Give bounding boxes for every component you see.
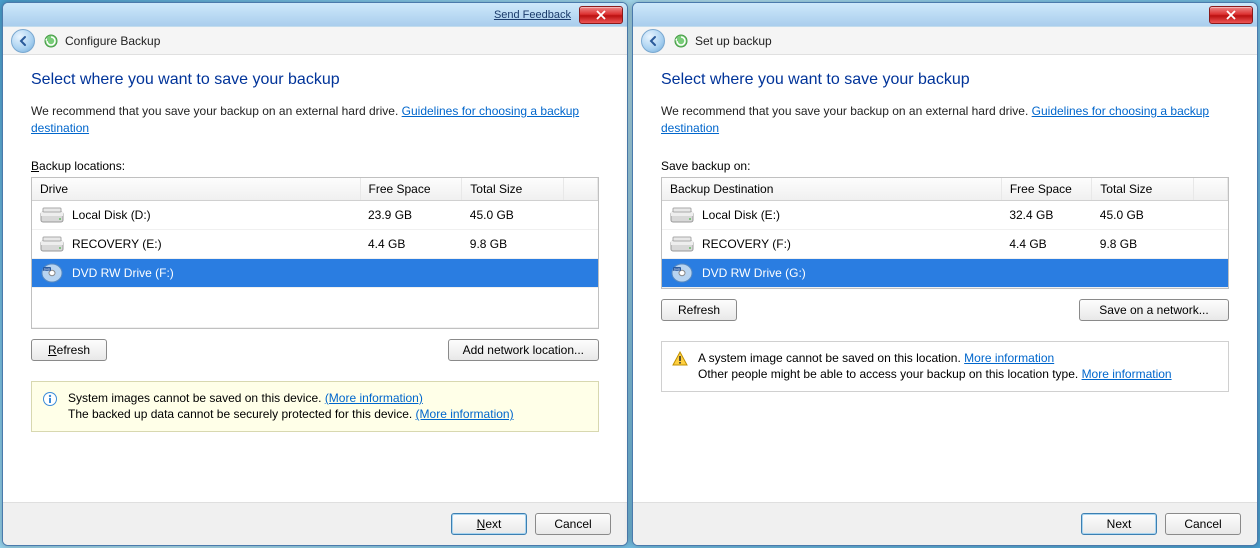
col-destination[interactable]: Backup Destination (662, 178, 1001, 201)
refresh-button[interactable]: Refresh (31, 339, 107, 361)
drive-list[interactable]: Backup Destination Free Space Total Size… (661, 177, 1229, 289)
backup-app-icon (673, 33, 689, 49)
arrow-left-icon (17, 35, 29, 47)
dvd-drive-icon: DVD (670, 264, 694, 282)
list-buttons-row: Refresh Add network location... (31, 339, 599, 361)
warning-box: A system image cannot be saved on this l… (661, 341, 1229, 393)
col-free[interactable]: Free Space (360, 178, 462, 201)
col-total[interactable]: Total Size (1092, 178, 1194, 201)
back-button[interactable] (641, 29, 665, 53)
back-button[interactable] (11, 29, 35, 53)
col-total[interactable]: Total Size (462, 178, 564, 201)
footer: Next Cancel (3, 502, 627, 545)
total-size: 45.0 GB (1092, 200, 1194, 229)
drive-list[interactable]: Drive Free Space Total Size Local Disk (… (31, 177, 599, 329)
titlebar (633, 3, 1257, 27)
close-button[interactable] (1209, 6, 1253, 24)
window-set-up-backup: Set up backup Select where you want to s… (632, 2, 1258, 546)
next-button[interactable]: Next (1081, 513, 1157, 535)
hard-drive-icon (670, 206, 694, 224)
close-button[interactable] (579, 6, 623, 24)
table-header-row: Drive Free Space Total Size (32, 178, 598, 201)
page-heading: Select where you want to save your backu… (661, 71, 1229, 89)
warning-icon (672, 351, 688, 372)
hard-drive-icon (40, 206, 64, 224)
add-network-location-button[interactable]: Add network location... (448, 339, 599, 361)
free-space (1001, 258, 1091, 287)
description: We recommend that you save your backup o… (31, 103, 599, 137)
refresh-button[interactable]: Refresh (661, 299, 737, 321)
more-info-link-2[interactable]: More information (1082, 367, 1172, 381)
drive-name: Local Disk (E:) (702, 208, 780, 222)
info-text: System images cannot be saved on this de… (68, 390, 514, 424)
table-row[interactable]: RECOVERY (F:) 4.4 GB9.8 GB (662, 229, 1228, 258)
nav-row: Set up backup (633, 27, 1257, 55)
table-row[interactable]: DVD DVD RW Drive (G:) (662, 258, 1228, 287)
breadcrumb-title: Set up backup (695, 34, 772, 48)
free-space (360, 258, 462, 287)
table-row[interactable]: RECOVERY (E:) 4.4 GB9.8 GB (32, 229, 598, 258)
more-info-link-1[interactable]: More information (964, 351, 1054, 365)
free-space: 32.4 GB (1001, 200, 1091, 229)
nav-row: Configure Backup (3, 27, 627, 55)
next-button[interactable]: Next (451, 513, 527, 535)
drive-name: RECOVERY (E:) (72, 237, 162, 251)
total-size: 9.8 GB (462, 229, 564, 258)
backup-app-icon (43, 33, 59, 49)
close-icon (596, 10, 606, 20)
warning-text: A system image cannot be saved on this l… (698, 350, 1172, 384)
description-text: We recommend that you save your backup o… (31, 104, 402, 118)
table-row[interactable]: Local Disk (D:) 23.9 GB45.0 GB (32, 200, 598, 229)
table-row[interactable]: DVD DVD RW Drive (F:) (32, 258, 598, 287)
hard-drive-icon (40, 235, 64, 253)
save-on-network-button[interactable]: Save on a network... (1079, 299, 1229, 321)
description-text: We recommend that you save your backup o… (661, 104, 1032, 118)
page-heading: Select where you want to save your backu… (31, 71, 599, 89)
cancel-button[interactable]: Cancel (535, 513, 611, 535)
dvd-drive-icon: DVD (40, 264, 64, 282)
free-space: 23.9 GB (360, 200, 462, 229)
list-label: Backup locations: (31, 159, 599, 173)
col-drive[interactable]: Drive (32, 178, 360, 201)
window-configure-backup: Send Feedback Configure Backup Select wh… (2, 2, 628, 546)
table-header-row: Backup Destination Free Space Total Size (662, 178, 1228, 201)
info-box: System images cannot be saved on this de… (31, 381, 599, 433)
svg-text:DVD: DVD (674, 267, 681, 271)
close-icon (1226, 10, 1236, 20)
more-info-link-2[interactable]: (More information) (416, 407, 514, 421)
description: We recommend that you save your backup o… (661, 103, 1229, 137)
breadcrumb-title: Configure Backup (65, 34, 160, 48)
col-spacer (1194, 178, 1228, 201)
list-label: Save backup on: (661, 159, 1229, 173)
free-space: 4.4 GB (1001, 229, 1091, 258)
send-feedback-link[interactable]: Send Feedback (494, 9, 571, 21)
drive-name: DVD RW Drive (F:) (72, 266, 174, 280)
breadcrumb: Configure Backup (43, 33, 160, 49)
info-icon (42, 391, 58, 412)
drive-name: Local Disk (D:) (72, 208, 151, 222)
breadcrumb: Set up backup (673, 33, 772, 49)
table-empty-space (32, 287, 598, 327)
total-size (462, 258, 564, 287)
content-area: Select where you want to save your backu… (633, 55, 1257, 502)
footer: Next Cancel (633, 502, 1257, 545)
content-area: Select where you want to save your backu… (3, 55, 627, 502)
drive-name: RECOVERY (F:) (702, 237, 791, 251)
col-free[interactable]: Free Space (1001, 178, 1091, 201)
titlebar: Send Feedback (3, 3, 627, 27)
total-size (1092, 258, 1194, 287)
table-row[interactable]: Local Disk (E:) 32.4 GB45.0 GB (662, 200, 1228, 229)
arrow-left-icon (647, 35, 659, 47)
more-info-link-1[interactable]: (More information) (325, 391, 423, 405)
col-spacer (564, 178, 598, 201)
total-size: 9.8 GB (1092, 229, 1194, 258)
svg-text:DVD: DVD (44, 267, 51, 271)
hard-drive-icon (670, 235, 694, 253)
free-space: 4.4 GB (360, 229, 462, 258)
total-size: 45.0 GB (462, 200, 564, 229)
list-buttons-row: Refresh Save on a network... (661, 299, 1229, 321)
cancel-button[interactable]: Cancel (1165, 513, 1241, 535)
drive-name: DVD RW Drive (G:) (702, 266, 806, 280)
